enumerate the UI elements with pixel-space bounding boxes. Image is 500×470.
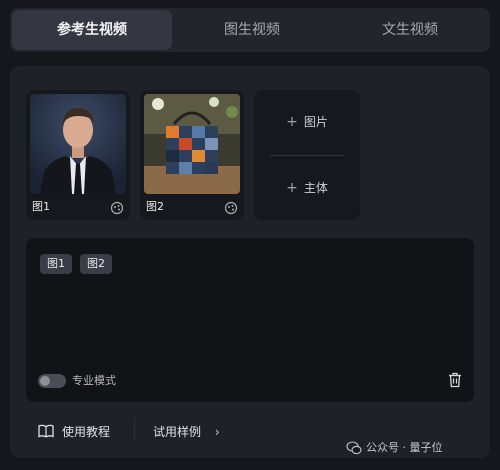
reference-caption: 图1	[32, 200, 50, 213]
tutorial-label: 使用教程	[62, 425, 111, 439]
style-icon[interactable]	[224, 201, 238, 215]
add-subject-label: 主体	[303, 181, 328, 195]
portrait-photo	[30, 94, 126, 194]
add-subject-button[interactable]: + 主体	[254, 156, 360, 220]
reference-image-1[interactable]: 图1	[26, 90, 130, 220]
prompt-input[interactable]: 图1 图2 专业模式	[26, 238, 474, 402]
style-icon[interactable]	[110, 201, 124, 215]
reference-chip-2[interactable]: 图2	[80, 254, 112, 274]
tab-image-to-video[interactable]: 图生视频	[174, 8, 330, 52]
examples-button[interactable]: 试用样例 ›	[153, 422, 220, 442]
reference-image-2[interactable]: 图2	[140, 90, 244, 220]
tutorial-button[interactable]: 使用教程	[38, 422, 110, 442]
toggle-knob	[40, 376, 50, 386]
book-icon	[38, 424, 54, 438]
watermark-text: 公众号 · 量子位	[366, 441, 443, 454]
mode-tabs: 参考生视频 图生视频 文生视频	[10, 8, 490, 52]
add-image-button[interactable]: + 图片	[254, 90, 360, 154]
trash-icon[interactable]	[448, 372, 462, 388]
bag-photo	[144, 94, 240, 194]
examples-label: 试用样例	[153, 425, 202, 439]
reference-panel: 图1 图2 + 图片 + 主体 图1 图2 专业模式 使用教程 试用样例 ›	[10, 66, 490, 458]
footer-divider	[134, 418, 135, 440]
pro-mode-label: 专业模式	[72, 374, 116, 387]
plus-icon: +	[286, 180, 298, 196]
add-image-label: 图片	[303, 115, 328, 129]
tab-reference-video[interactable]: 参考生视频	[12, 10, 172, 50]
chevron-right-icon: ›	[214, 425, 220, 439]
wechat-icon	[346, 441, 362, 455]
tab-text-to-video[interactable]: 文生视频	[332, 8, 488, 52]
watermark: 公众号 · 量子位	[346, 438, 443, 458]
add-reference-box: + 图片 + 主体	[254, 90, 360, 220]
pro-mode-toggle[interactable]	[38, 374, 66, 388]
plus-icon: +	[286, 114, 298, 130]
reference-caption: 图2	[146, 200, 164, 213]
reference-chip-1[interactable]: 图1	[40, 254, 72, 274]
